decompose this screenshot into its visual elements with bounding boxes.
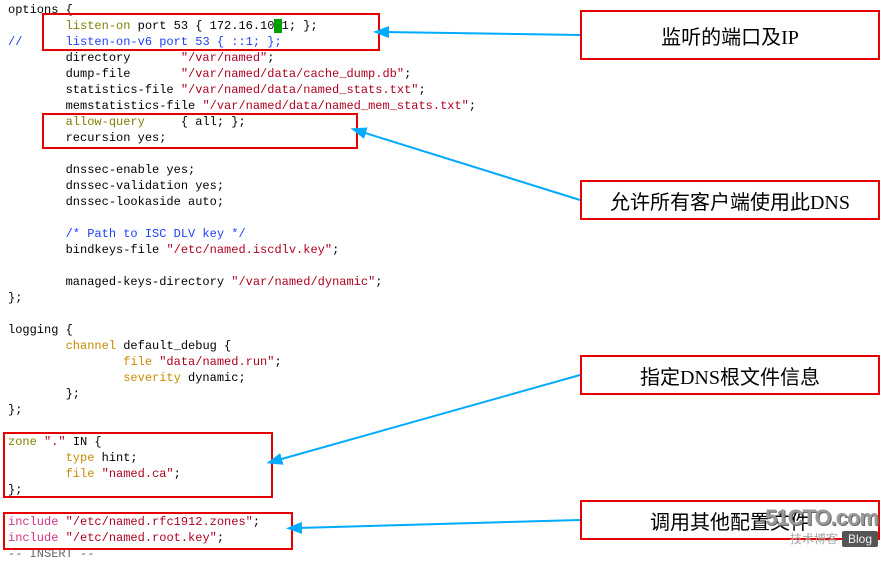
highlight-box-allow-query: [42, 113, 358, 149]
callout-listen: 监听的端口及IP: [580, 10, 880, 60]
callout-allow: 允许所有客户端使用此DNS: [580, 180, 880, 220]
highlight-box-zone: [3, 432, 273, 498]
highlight-box-listen: [42, 13, 380, 51]
watermark-main: 51CTO.com: [765, 505, 878, 531]
callout-zone: 指定DNS根文件信息: [580, 355, 880, 395]
highlight-box-include: [3, 512, 293, 550]
watermark-sub: 技术博客Blog: [790, 530, 878, 547]
